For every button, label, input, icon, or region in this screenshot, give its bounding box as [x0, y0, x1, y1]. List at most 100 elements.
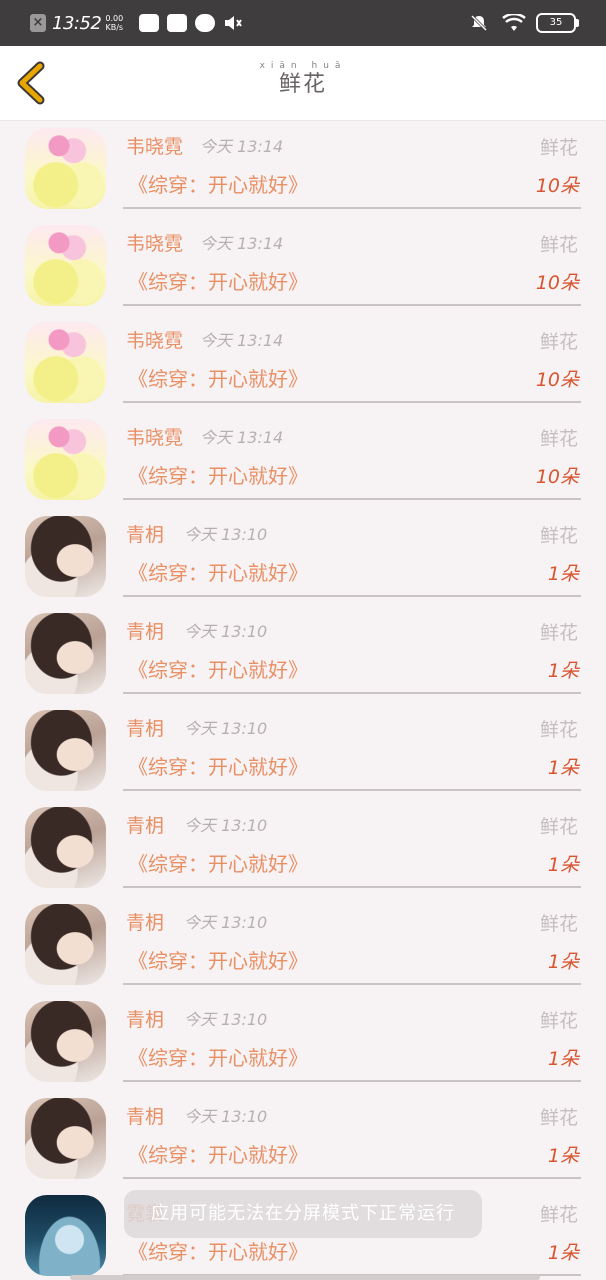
gift-time: 今天 13:14	[200, 428, 284, 447]
row-divider	[123, 595, 581, 597]
list-item[interactable]: 韦晓霓 今天 13:14 鲜花 《综穿：开心就好》 10朵	[0, 412, 606, 509]
gift-count: 10朵	[535, 466, 579, 488]
avatar[interactable]	[25, 613, 106, 694]
status-bar: × 13:52 0.00 KB/s 35	[0, 0, 606, 46]
list-item[interactable]: 韦晓霓 今天 13:14 鲜花《综穿：开心就好》 10朵	[0, 315, 606, 412]
book-title[interactable]: 《综穿：开心就好》	[128, 947, 308, 975]
page-title: xiān huā 鲜花	[0, 60, 606, 98]
gift-count: 1朵	[547, 1145, 579, 1167]
avatar[interactable]	[25, 1195, 106, 1276]
sender-name: 青枂	[126, 524, 165, 546]
gift-type-label: 鲜花	[539, 719, 578, 741]
avatar[interactable]	[25, 710, 106, 791]
gift-time: 今天 13:10	[184, 622, 268, 641]
gift-type-label: 鲜花	[539, 913, 578, 935]
gift-type-label: 鲜花	[539, 622, 578, 644]
list-item[interactable]: 青枂 今天 13:10 鲜花《综穿：开心就好》 1朵	[0, 1091, 606, 1188]
list-item[interactable]: 韦晓霓 今天 13:14 鲜花《综穿：开心就好》 10朵	[0, 218, 606, 315]
book-title[interactable]: 《综穿：开心就好》	[128, 462, 308, 490]
gift-type-label: 鲜花	[539, 1107, 578, 1129]
row-divider	[123, 304, 581, 306]
book-title[interactable]: 《综穿：开心就好》	[128, 1238, 308, 1266]
row-divider	[123, 886, 581, 888]
list-item[interactable]: 青枂 今天 13:10 鲜花 《综穿：开心就好》 1朵	[0, 994, 606, 1091]
split-screen-toast: 应用可能无法在分屏模式下正常运行	[124, 1190, 482, 1238]
sender-name: 韦晓霓	[126, 233, 184, 255]
wifi-icon	[502, 14, 526, 31]
sender-name: 韦晓霓	[126, 136, 184, 158]
book-title[interactable]: 《综穿：开心就好》	[128, 753, 308, 781]
list-item[interactable]: 韦晓霓 今天 13:14 鲜花《综穿：开心就好》 10朵	[0, 121, 606, 218]
row-divider	[123, 207, 581, 209]
avatar[interactable]	[25, 225, 106, 306]
list-item[interactable]: 青枂 今天 13:10 鲜花《综穿：开心就好》 1朵	[0, 703, 606, 800]
sender-name: 青枂	[126, 621, 165, 643]
gift-count: 1朵	[547, 854, 579, 876]
gift-count: 10朵	[535, 272, 579, 294]
gift-count: 1朵	[547, 660, 579, 682]
book-title[interactable]: 《综穿：开心就好》	[128, 1141, 308, 1169]
avatar[interactable]	[25, 904, 106, 985]
gift-time: 今天 13:14	[200, 331, 284, 350]
gift-type-label: 鲜花	[539, 1010, 578, 1032]
gift-time: 今天 13:14	[200, 234, 284, 253]
list-item[interactable]: 青枂 今天 13:10 鲜花 《综穿：开心就好》 1朵	[0, 509, 606, 606]
gift-type-label: 鲜花	[539, 137, 578, 159]
gift-type-label: 鲜花	[539, 234, 578, 256]
list-item[interactable]: 青枂 今天 13:10 鲜花《综穿：开心就好》 1朵	[0, 800, 606, 897]
row-divider	[123, 1080, 581, 1082]
mail-app-icon	[167, 14, 188, 32]
speaker-muted-icon	[225, 16, 243, 30]
sender-name: 青枂	[126, 912, 165, 934]
gift-count: 1朵	[547, 563, 579, 585]
book-title[interactable]: 《综穿：开心就好》	[128, 171, 308, 199]
row-divider	[123, 401, 581, 403]
message-app-icon	[139, 14, 160, 32]
page-title-text: 鲜花	[278, 72, 327, 97]
sender-name: 韦晓霓	[126, 330, 184, 352]
gift-time: 今天 13:10	[184, 1010, 268, 1029]
book-title[interactable]: 《综穿：开心就好》	[128, 268, 308, 296]
gift-time: 今天 13:10	[184, 1107, 268, 1126]
book-title[interactable]: 《综穿：开心就好》	[128, 559, 308, 587]
book-title[interactable]: 《综穿：开心就好》	[128, 850, 308, 878]
list-item[interactable]: 青枂 今天 13:10 鲜花《综穿：开心就好》 1朵	[0, 606, 606, 703]
book-title[interactable]: 《综穿：开心就好》	[128, 1044, 308, 1072]
avatar[interactable]	[25, 128, 106, 209]
row-divider	[123, 1177, 581, 1179]
list-item[interactable]: 青枂 今天 13:10 鲜花 《综穿：开心就好》 1朵	[0, 897, 606, 994]
bell-off-icon	[470, 14, 488, 32]
sender-name: 青枂	[126, 1009, 165, 1031]
notification-close-icon: ×	[30, 14, 46, 32]
avatar[interactable]	[25, 1098, 106, 1179]
gift-count: 1朵	[547, 757, 579, 779]
gift-list[interactable]: 韦晓霓 今天 13:14 鲜花 《综穿：开心就好》 10朵 韦晓霓 今天 13:14 鲜花 《综…	[0, 121, 606, 1280]
gift-time: 今天 13:10	[184, 913, 268, 932]
avatar[interactable]	[25, 1001, 106, 1082]
row-divider	[123, 789, 581, 791]
avatar[interactable]	[25, 807, 106, 888]
gift-type-label: 鲜花	[539, 816, 578, 838]
network-speed: 0.00 KB/s	[105, 14, 123, 32]
app-header: xiān huā 鲜花	[0, 46, 606, 121]
gift-count: 10朵	[535, 175, 579, 197]
sender-name: 青枂	[126, 815, 165, 837]
book-title[interactable]: 《综穿：开心就好》	[128, 365, 308, 393]
gift-type-label: 鲜花	[539, 428, 578, 450]
gift-count: 1朵	[547, 1242, 579, 1264]
battery-indicator: 35	[536, 13, 579, 33]
book-title[interactable]: 《综穿：开心就好》	[128, 656, 308, 684]
sender-name: 青枂	[126, 718, 165, 740]
network-speed-value: 0.00	[105, 14, 124, 23]
gift-type-label: 鲜花	[539, 525, 578, 547]
avatar[interactable]	[25, 419, 106, 500]
gift-time: 今天 13:10	[184, 719, 268, 738]
gift-time: 今天 13:14	[200, 137, 284, 156]
gift-count: 10朵	[535, 369, 579, 391]
avatar[interactable]	[25, 516, 106, 597]
avatar[interactable]	[25, 322, 106, 403]
sender-name: 青枂	[126, 1106, 165, 1128]
gift-type-label: 鲜花	[539, 331, 578, 353]
gift-type-label: 鲜花	[539, 1204, 578, 1226]
gift-time: 今天 13:10	[184, 816, 268, 835]
